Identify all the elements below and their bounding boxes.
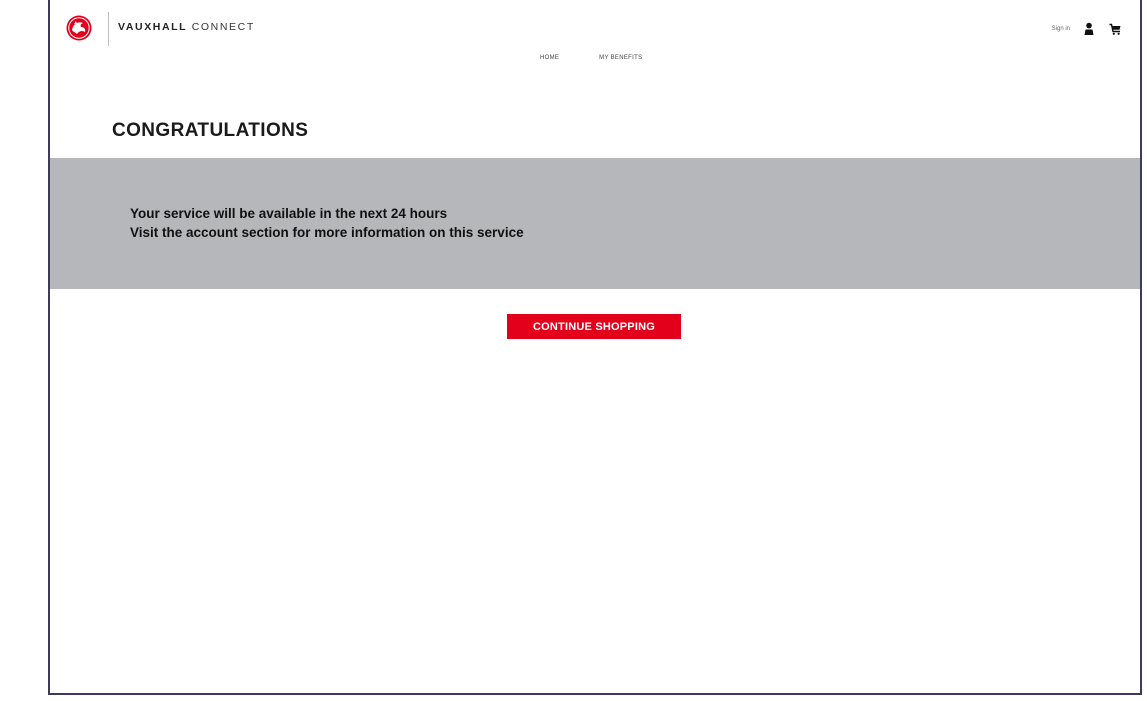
user-icon[interactable] [1082,22,1096,36]
confirmation-banner: Your service will be available in the ne… [50,158,1140,289]
header-divider [108,12,109,46]
page-title: CONGRATULATIONS [112,120,309,141]
sign-in-link[interactable]: Sign in [1052,26,1070,32]
main-nav: HOME MY BENEFITS [540,55,642,61]
brand-name-bold: VAUXHALL [118,21,188,33]
banner-message-line-2: Visit the account section for more infor… [130,225,524,240]
page-frame: VAUXHALL CONNECT HOME MY BENEFITS Sign i… [48,0,1142,695]
brand-name-light: CONNECT [191,21,255,33]
nav-item-my-benefits[interactable]: MY BENEFITS [599,55,642,61]
nav-item-home[interactable]: HOME [540,55,559,61]
banner-message-line-1: Your service will be available in the ne… [130,206,448,221]
brand-wordmark[interactable]: VAUXHALL CONNECT [118,21,255,33]
site-header: VAUXHALL CONNECT HOME MY BENEFITS Sign i… [50,0,1140,70]
continue-shopping-button[interactable]: CONTINUE SHOPPING [507,314,681,339]
utility-nav: Sign in [1052,22,1122,36]
cart-icon[interactable] [1108,22,1122,36]
vauxhall-griffin-logo-icon[interactable] [66,15,92,41]
